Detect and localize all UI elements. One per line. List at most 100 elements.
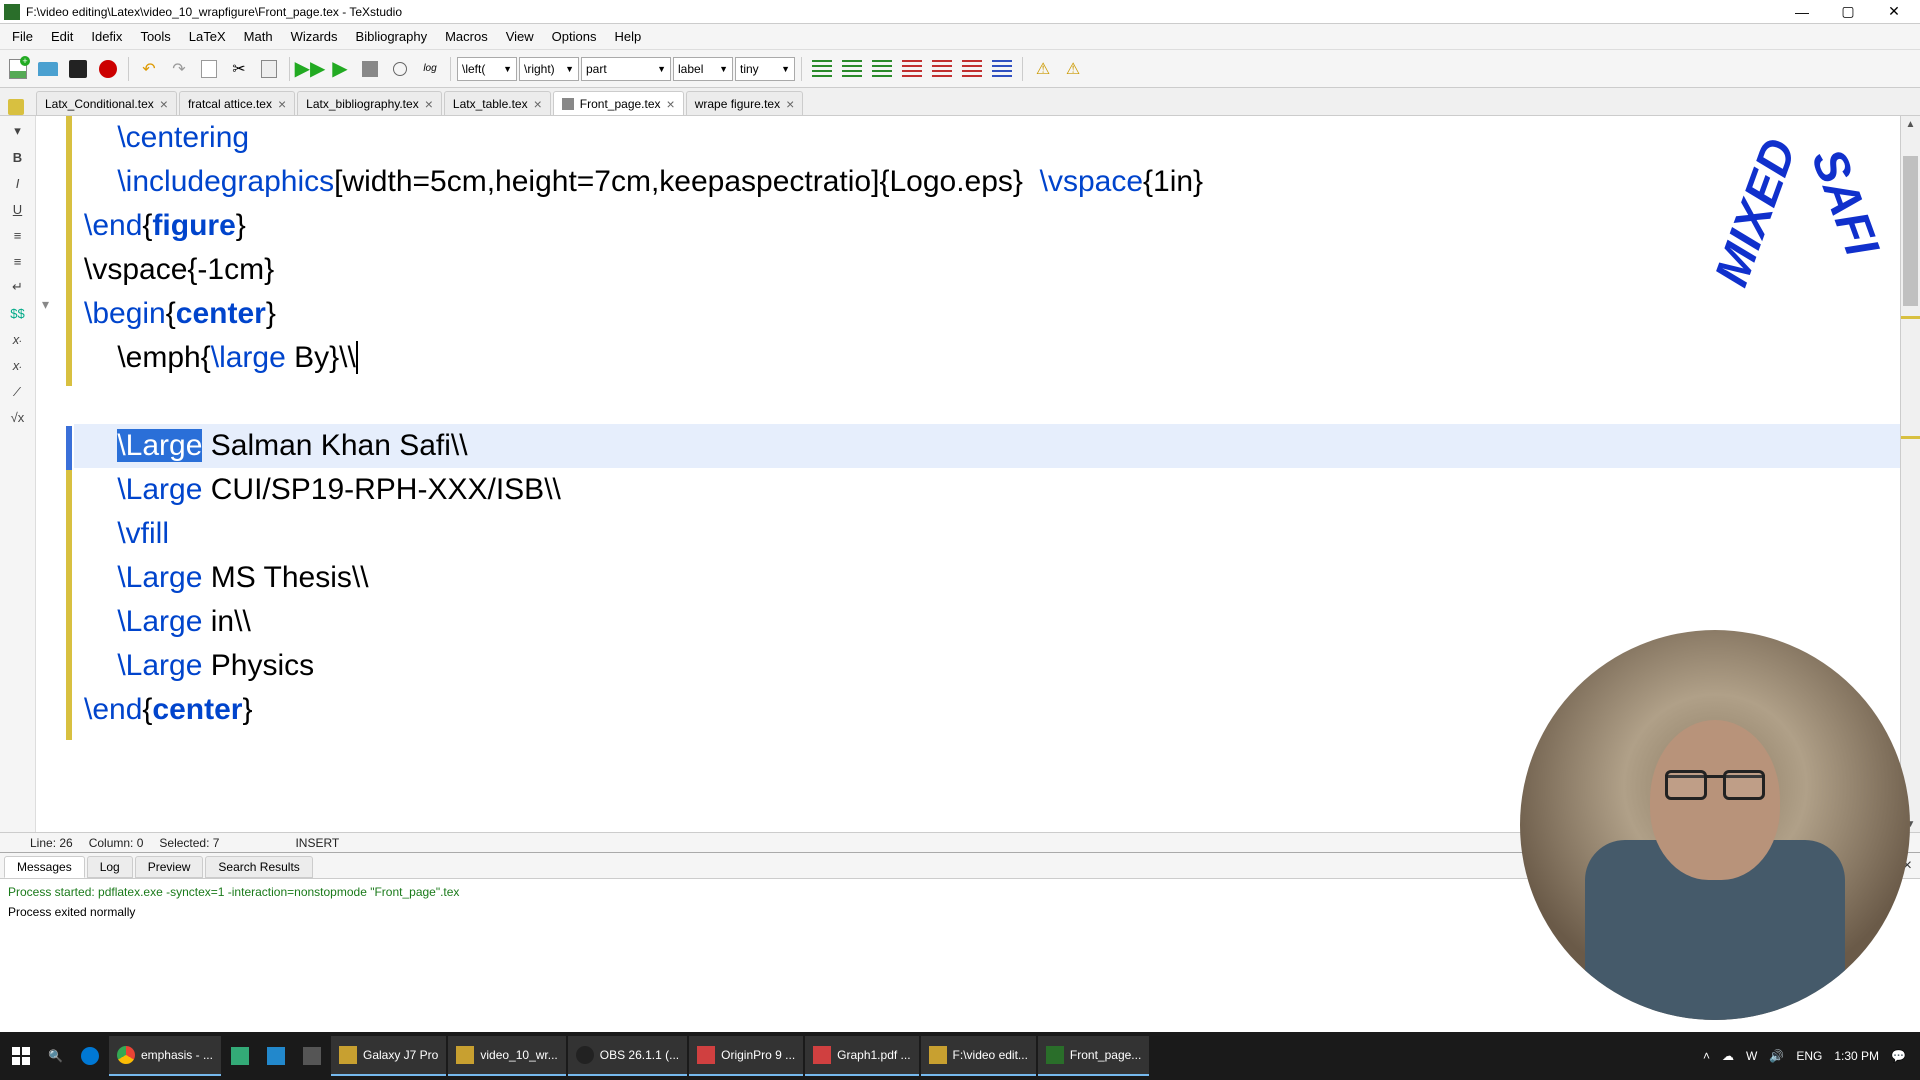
taskbar-video10[interactable]: video_10_wr...: [448, 1036, 565, 1076]
scroll-thumb[interactable]: [1903, 156, 1918, 306]
list-button[interactable]: [898, 55, 926, 83]
tab-log[interactable]: Log: [87, 856, 133, 878]
stop-compile-button[interactable]: [356, 55, 384, 83]
menu-macros[interactable]: Macros: [437, 27, 496, 46]
new-file-button[interactable]: +: [4, 55, 32, 83]
tab-front-page[interactable]: Front_page.tex×: [553, 91, 684, 115]
redo-button[interactable]: ↷: [165, 55, 193, 83]
paste-button[interactable]: [255, 55, 283, 83]
start-button[interactable]: [4, 1036, 38, 1076]
left-delim-combo[interactable]: \left(▼: [457, 57, 517, 81]
tab-close-icon[interactable]: ×: [534, 96, 542, 112]
right-delim-combo[interactable]: \right)▼: [519, 57, 579, 81]
warning-icon[interactable]: ⚠: [1029, 55, 1057, 83]
taskbar-graph1[interactable]: Graph1.pdf ...: [805, 1036, 918, 1076]
menu-help[interactable]: Help: [606, 27, 649, 46]
view-pdf-button[interactable]: [386, 55, 414, 83]
enum-button[interactable]: [928, 55, 956, 83]
menu-idefix[interactable]: Idefix: [83, 27, 130, 46]
align-left-button[interactable]: [808, 55, 836, 83]
frac-button[interactable]: ⁄: [7, 380, 29, 402]
sqrt-button[interactable]: √x: [7, 406, 29, 428]
tray-chevron-icon[interactable]: ˄: [1703, 1049, 1710, 1063]
compile-button[interactable]: ▶: [326, 55, 354, 83]
maximize-button[interactable]: ▢: [1834, 2, 1862, 22]
close-file-button[interactable]: [94, 55, 122, 83]
desc-button[interactable]: [958, 55, 986, 83]
build-run-button[interactable]: ▶▶: [296, 55, 324, 83]
ref-combo[interactable]: label▼: [673, 57, 733, 81]
error-icon[interactable]: ⚠: [1059, 55, 1087, 83]
section-combo[interactable]: part▼: [581, 57, 671, 81]
minimize-button[interactable]: —: [1788, 2, 1816, 22]
tab-close-icon[interactable]: ×: [278, 96, 286, 112]
tab-fractal-attice[interactable]: fratcal attice.tex×: [179, 91, 295, 115]
close-button[interactable]: ✕: [1880, 2, 1908, 22]
tab-search-results[interactable]: Search Results: [205, 856, 312, 878]
tray-notifications-icon[interactable]: 💬: [1891, 1049, 1906, 1063]
taskbar-texstudio[interactable]: Front_page...: [1038, 1036, 1149, 1076]
fold-arrow-icon[interactable]: ▾: [42, 296, 49, 313]
app-icon: [4, 4, 20, 20]
menu-latex[interactable]: LaTeX: [181, 27, 234, 46]
menu-math[interactable]: Math: [236, 27, 281, 46]
search-button[interactable]: 🔍: [40, 1036, 71, 1076]
menu-view[interactable]: View: [498, 27, 542, 46]
tray-volume-icon[interactable]: 🔊: [1769, 1049, 1784, 1063]
scroll-up-arrow[interactable]: ▲: [1903, 116, 1918, 132]
taskbar-obs[interactable]: OBS 26.1.1 (...: [568, 1036, 687, 1076]
edge-button[interactable]: [73, 1036, 107, 1076]
tray-cloud-icon[interactable]: ☁: [1722, 1049, 1734, 1063]
lines-button[interactable]: ≡: [7, 224, 29, 246]
taskbar-explorer[interactable]: F:\video edit...: [921, 1036, 1036, 1076]
bookmark-button[interactable]: ▾: [7, 120, 29, 142]
system-tray[interactable]: ˄ ☁ W 🔊 ENG 1:30 PM 💬: [1703, 1049, 1916, 1063]
undo-button[interactable]: ↶: [135, 55, 163, 83]
view-log-button[interactable]: log: [416, 55, 444, 83]
taskbar-app-2[interactable]: [259, 1036, 293, 1076]
tab-latx-table[interactable]: Latx_table.tex×: [444, 91, 551, 115]
menu-tools[interactable]: Tools: [132, 27, 178, 46]
math-button[interactable]: $$: [7, 302, 29, 324]
copy-button[interactable]: [195, 55, 223, 83]
italic-button[interactable]: I: [7, 172, 29, 194]
sup-button[interactable]: x.: [7, 354, 29, 376]
fold-gutter[interactable]: ▾: [36, 116, 66, 832]
save-button[interactable]: [64, 55, 92, 83]
tab-close-icon[interactable]: ×: [786, 96, 794, 112]
menu-options[interactable]: Options: [544, 27, 605, 46]
tab-latx-bibliography[interactable]: Latx_bibliography.tex×: [297, 91, 442, 115]
open-file-button[interactable]: [34, 55, 62, 83]
lines2-button[interactable]: ≡: [7, 250, 29, 272]
tray-word-icon[interactable]: W: [1746, 1049, 1757, 1063]
tab-close-icon[interactable]: ×: [667, 96, 675, 112]
tab-overflow-icon[interactable]: [8, 99, 24, 115]
taskbar-galaxy[interactable]: Galaxy J7 Pro: [331, 1036, 446, 1076]
tray-language[interactable]: ENG: [1796, 1049, 1822, 1063]
menu-file[interactable]: File: [4, 27, 41, 46]
tab-messages[interactable]: Messages: [4, 856, 85, 878]
menu-wizards[interactable]: Wizards: [283, 27, 346, 46]
menu-edit[interactable]: Edit: [43, 27, 81, 46]
tray-time[interactable]: 1:30 PM: [1834, 1049, 1879, 1063]
fontsize-combo[interactable]: tiny▼: [735, 57, 795, 81]
taskbar-app-3[interactable]: [295, 1036, 329, 1076]
bold-button[interactable]: B: [7, 146, 29, 168]
align-center-button[interactable]: [838, 55, 866, 83]
tab-preview[interactable]: Preview: [135, 856, 204, 878]
underline-button[interactable]: U: [7, 198, 29, 220]
chrome-button[interactable]: emphasis - ...: [109, 1036, 221, 1076]
tab-latx-conditional[interactable]: Latx_Conditional.tex×: [36, 91, 177, 115]
tab-close-icon[interactable]: ×: [160, 96, 168, 112]
menu-bibliography[interactable]: Bibliography: [348, 27, 436, 46]
newline-button[interactable]: ↵: [7, 276, 29, 298]
taskbar-origin[interactable]: OriginPro 9 ...: [689, 1036, 803, 1076]
tab-close-icon[interactable]: ×: [425, 96, 433, 112]
tab-wrape-figure[interactable]: wrape figure.tex×: [686, 91, 804, 115]
vertical-scrollbar[interactable]: ▲ ▼: [1900, 116, 1920, 832]
sub-button[interactable]: x.: [7, 328, 29, 350]
align-right-button[interactable]: [868, 55, 896, 83]
cut-button[interactable]: ✂: [225, 55, 253, 83]
table-button[interactable]: [988, 55, 1016, 83]
taskbar-app-1[interactable]: [223, 1036, 257, 1076]
